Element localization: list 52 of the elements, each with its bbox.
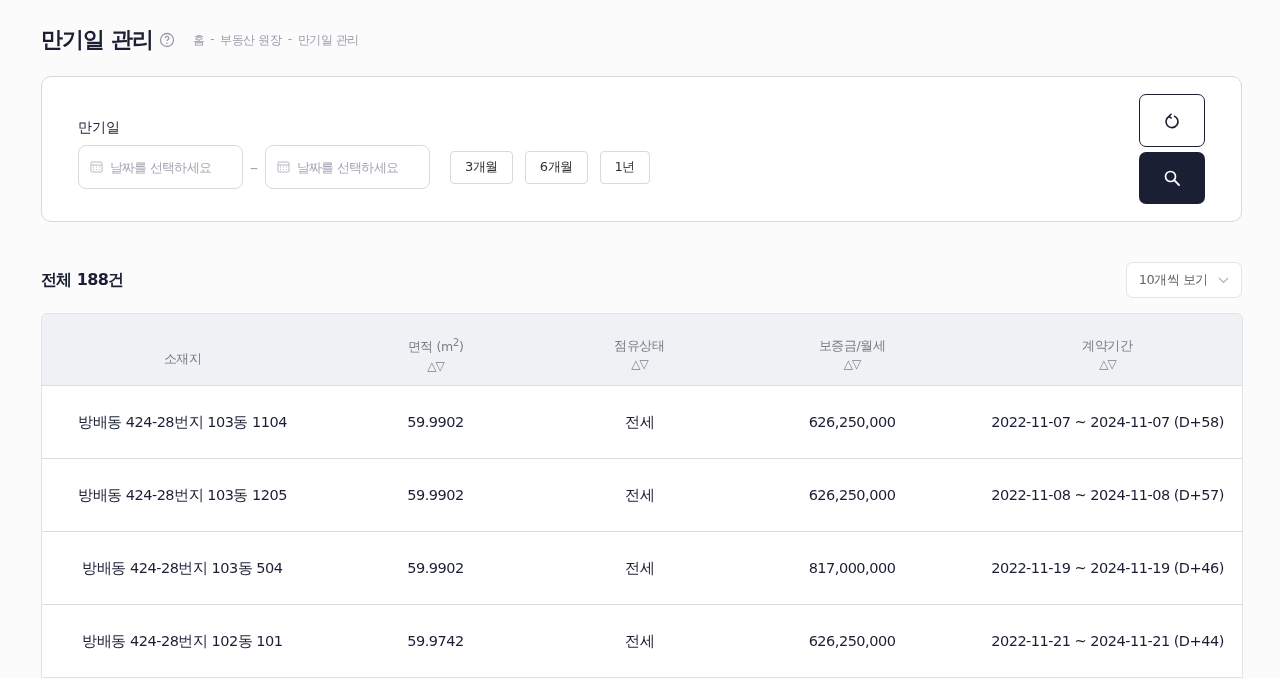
- breadcrumb-item[interactable]: 홈: [192, 31, 205, 49]
- chevron-down-icon: [1218, 276, 1229, 284]
- breadcrumb-separator: -: [287, 31, 292, 48]
- total-count: 전체 188건: [41, 269, 124, 291]
- page-size-dropdown[interactable]: 10개씩 보기: [1125, 262, 1242, 298]
- sort-icon[interactable]: △▽: [843, 357, 861, 371]
- sort-icon[interactable]: △▽: [427, 358, 444, 373]
- calendar-icon: [90, 160, 103, 173]
- column-header: 소재지: [163, 351, 202, 368]
- column-header: 면적 (m$^{2}$): [407, 336, 464, 357]
- table-cell: 전세: [625, 558, 654, 578]
- period-preset-button[interactable]: 6개월: [524, 150, 588, 184]
- table-cell: 방배동 424-28번지 103동 1205: [78, 485, 287, 505]
- table-cell: 방배동 424-28번지 102동 101: [82, 631, 283, 651]
- sort-icon[interactable]: △▽: [1099, 357, 1116, 371]
- refresh-icon: [1163, 111, 1181, 130]
- table-cell: 2022-11-19 ~ 2024-11-19 (D+46): [991, 560, 1224, 576]
- range-separator: –: [250, 157, 258, 177]
- table-cell: 전세: [625, 412, 654, 432]
- table-cell: 전세: [625, 631, 654, 651]
- table-cell: 626,250,000: [808, 487, 896, 503]
- period-preset-button[interactable]: 1년: [599, 150, 650, 184]
- search-button[interactable]: [1139, 152, 1205, 204]
- table-cell: 2022-11-07 ~ 2024-11-07 (D+58): [991, 414, 1224, 430]
- table-cell: 59.9902: [407, 487, 464, 503]
- date-field[interactable]: 날짜를 선택하세요: [78, 145, 243, 189]
- reset-button[interactable]: [1139, 94, 1205, 147]
- table-cell: 817,000,000: [808, 560, 896, 576]
- table-cell: 2022-11-08 ~ 2024-11-08 (D+57): [991, 487, 1224, 503]
- filter-label: 만기일: [78, 119, 121, 137]
- breadcrumb-item[interactable]: 부동산 원장: [220, 31, 282, 49]
- table-cell: 방배동 424-28번지 103동 504: [82, 558, 283, 578]
- calendar-icon: [277, 160, 290, 173]
- breadcrumb-separator: -: [210, 31, 215, 48]
- column-header: 점유상태: [614, 338, 665, 355]
- table-cell: 626,250,000: [808, 633, 896, 649]
- table-cell: 2022-11-21 ~ 2024-11-21 (D+44): [991, 633, 1224, 649]
- date-field[interactable]: 날짜를 선택하세요: [265, 145, 430, 189]
- period-preset-button[interactable]: 3개월: [450, 150, 513, 184]
- table-cell: 626,250,000: [808, 414, 896, 430]
- column-header: 계약기간: [1082, 338, 1133, 355]
- table-cell: 59.9902: [407, 560, 464, 576]
- table-cell: 방배동 424-28번지 103동 1104: [78, 412, 287, 432]
- search-icon: [1163, 169, 1181, 187]
- table-cell: 59.9742: [407, 633, 464, 649]
- page-title: 만기일 관리: [41, 26, 153, 54]
- table-cell: 59.9902: [407, 414, 464, 430]
- breadcrumb-item: 만기일 관리: [297, 31, 359, 49]
- sort-icon[interactable]: △▽: [631, 357, 648, 371]
- help-icon[interactable]: [158, 32, 175, 48]
- column-header: 보증금/월세: [818, 338, 886, 355]
- table-cell: 전세: [625, 485, 654, 505]
